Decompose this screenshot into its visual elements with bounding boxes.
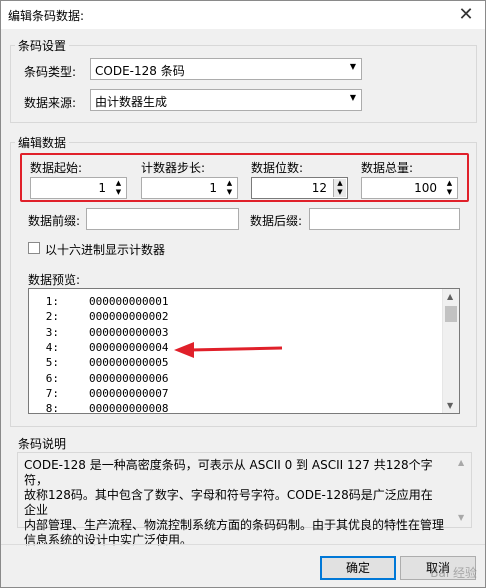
dialog-title: 编辑条码数据: <box>8 9 85 23</box>
description-box: CODE-128 是一种高密度条码，可表示从 ASCII 0 到 ASCII 1… <box>17 452 472 547</box>
data-source-label: 数据来源: <box>24 96 77 110</box>
spinner-arrows-icon[interactable]: ▲ ▼ <box>333 179 346 197</box>
scroll-down-icon[interactable]: ▼ <box>447 401 453 410</box>
data-start-label: 数据起始: <box>30 161 83 175</box>
data-preview-label: 数据预览: <box>28 273 81 287</box>
description-label: 条码说明 <box>15 435 70 452</box>
data-prefix-input[interactable] <box>86 208 239 230</box>
counter-step-label: 计数器步长: <box>141 161 206 175</box>
data-total-spinner[interactable]: 100 ▲ ▼ <box>361 177 458 199</box>
description-line: 信息系统的设计中实广泛使用。 <box>24 533 193 547</box>
preview-row-code: 000000000002 <box>89 310 169 324</box>
preview-row-index: 5: <box>45 356 59 370</box>
preview-row-index: 4: <box>45 340 59 354</box>
spinner-arrows-icon[interactable]: ▲ ▼ <box>443 179 456 197</box>
spinner-arrows-icon[interactable]: ▲ ▼ <box>223 179 236 197</box>
data-digits-spinner[interactable]: 12 ▲ ▼ <box>251 177 348 199</box>
preview-row-index: 7: <box>45 386 59 400</box>
preview-row-code: 000000000008 <box>89 402 169 414</box>
preview-row-code: 000000000001 <box>89 295 169 308</box>
preview-row-code: 000000000006 <box>89 371 169 385</box>
preview-row-index: 3: <box>45 325 59 339</box>
data-suffix-label: 数据后缀: <box>250 214 303 228</box>
edit-data-label: 编辑数据 <box>15 134 70 151</box>
data-digits-label: 数据位数: <box>251 161 304 175</box>
scroll-up-icon[interactable]: ▲ <box>447 292 453 301</box>
title-bar: 编辑条码数据: ✕ <box>1 1 485 29</box>
data-digits-value: 12 <box>311 181 327 195</box>
data-start-spinner[interactable]: 1 ▲ ▼ <box>30 177 127 199</box>
scroll-thumb[interactable] <box>445 306 457 322</box>
close-icon[interactable]: ✕ <box>455 4 477 26</box>
barcode-settings-group <box>10 45 477 123</box>
data-total-value: 100 <box>414 181 437 195</box>
hex-display-label[interactable]: 以十六进制显示计数器 <box>45 241 165 258</box>
spinner-arrows-icon[interactable]: ▲ ▼ <box>112 179 125 197</box>
data-preview-list[interactable]: 1: 000000000001 2: 000000000002 3: 0000000000… <box>28 288 460 414</box>
barcode-type-select[interactable]: CODE-128 条码 ▼ <box>90 58 362 80</box>
dropdown-arrow-icon: ▼ <box>349 93 356 102</box>
description-line: 内部管理、生产流程、物流控制系统方面的条码码制。由于其优良的特性在管理 <box>24 518 445 532</box>
data-total-label: 数据总量: <box>361 161 414 175</box>
data-source-select[interactable]: 由计数器生成 ▼ <box>90 89 362 111</box>
counter-step-spinner[interactable]: 1 ▲ ▼ <box>141 177 238 199</box>
preview-scrollbar[interactable]: ▲ ▼ <box>442 289 459 413</box>
preview-row-index: 8: <box>45 402 59 414</box>
preview-row-code: 000000000004 <box>89 340 169 354</box>
barcode-type-value: CODE-128 条码 <box>95 64 185 78</box>
ok-button[interactable]: 确定 <box>320 556 396 580</box>
preview-row-index: 6: <box>45 371 59 385</box>
footer-divider <box>1 544 485 545</box>
dropdown-arrow-icon: ▼ <box>349 62 356 71</box>
preview-row-code: 000000000007 <box>89 386 169 400</box>
barcode-settings-label: 条码设置 <box>15 37 70 54</box>
preview-row-index: 1: <box>45 295 59 308</box>
scroll-down-icon[interactable]: ▼ <box>458 513 464 522</box>
counter-step-value: 1 <box>209 181 217 195</box>
description-line: CODE-128 是一种高密度条码，可表示从 ASCII 0 到 ASCII 1… <box>24 458 433 487</box>
data-suffix-input[interactable] <box>309 208 460 230</box>
scroll-up-icon[interactable]: ▲ <box>458 458 464 467</box>
edit-barcode-dialog: 编辑条码数据: ✕ 条码设置 条码类型: CODE-128 条码 ▼ 数据来源:… <box>0 0 486 588</box>
description-scrollbar[interactable]: ▲ ▼ <box>454 454 470 526</box>
watermark-text: Bai 经验 <box>430 566 477 580</box>
barcode-type-label: 条码类型: <box>24 65 77 79</box>
preview-row-code: 000000000003 <box>89 325 169 339</box>
description-text: CODE-128 是一种高密度条码，可表示从 ASCII 0 到 ASCII 1… <box>24 458 444 548</box>
preview-row-code: 000000000005 <box>89 356 169 370</box>
hex-display-checkbox[interactable] <box>28 242 40 254</box>
preview-row-index: 2: <box>45 310 59 324</box>
description-line: 故称128码。其中包含了数字、字母和符号字符。CODE-128码是广泛应用在企业 <box>24 488 433 517</box>
data-prefix-label: 数据前缀: <box>28 214 81 228</box>
data-source-value: 由计数器生成 <box>95 95 168 109</box>
data-start-value: 1 <box>98 181 106 195</box>
